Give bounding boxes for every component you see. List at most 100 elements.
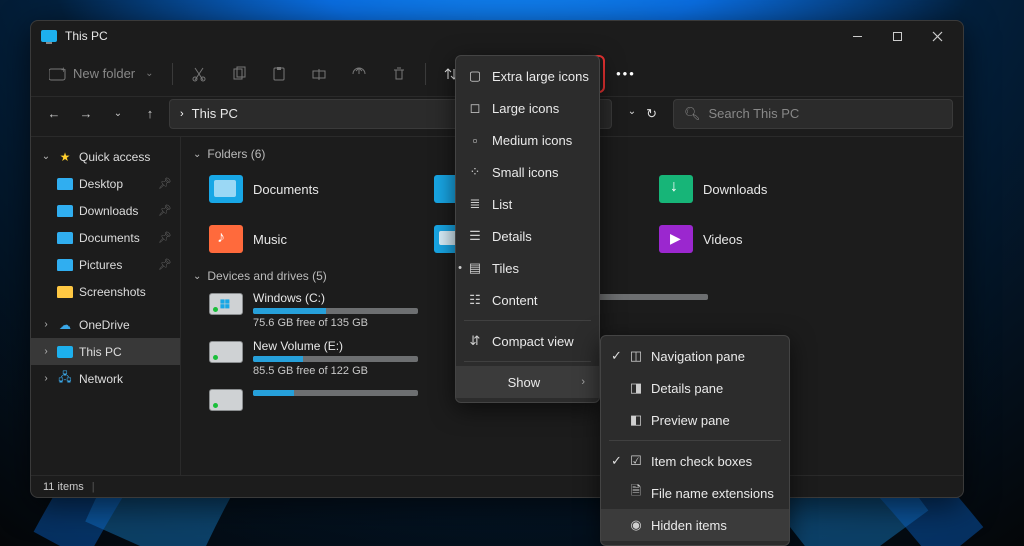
view-compact[interactable]: ⇵Compact view [456, 325, 599, 357]
sidebar-this-pc[interactable]: ›This PC [31, 338, 180, 365]
small-icons-icon: ⁘ [466, 164, 484, 180]
drive-tile[interactable] [209, 387, 439, 411]
close-button[interactable] [917, 21, 957, 51]
show-hidden-items[interactable]: ◉Hidden items [601, 509, 789, 541]
search-icon: 🔍︎ [684, 106, 701, 122]
show-item-check-boxes[interactable]: ✓☑Item check boxes [601, 445, 789, 477]
rename-icon [311, 66, 327, 82]
folder-documents[interactable]: Documents [209, 169, 374, 209]
sidebar-item-desktop[interactable]: Desktop📌︎ [31, 170, 180, 197]
show-details-pane[interactable]: ◨Details pane [601, 372, 789, 404]
chevron-right-icon: › [41, 346, 51, 357]
folder-videos[interactable]: Videos [659, 219, 824, 259]
share-button[interactable] [341, 58, 377, 90]
forward-button[interactable]: → [73, 101, 99, 127]
window-title: This PC [65, 29, 108, 43]
chevron-right-icon: › [41, 373, 51, 384]
view-details[interactable]: ☰Details [456, 220, 599, 252]
folder-music[interactable]: Music [209, 219, 374, 259]
navigation-pane-icon: ◫ [627, 348, 645, 364]
folder-downloads[interactable]: Downloads [659, 169, 824, 209]
folder-icon [57, 259, 73, 271]
status-bar: 11 items | [31, 475, 963, 497]
minimize-button[interactable] [837, 21, 877, 51]
show-file-name-extensions[interactable]: 🗎File name extensions [601, 477, 789, 509]
compact-icon: ⇵ [466, 333, 484, 349]
bullet-icon: • [454, 262, 466, 274]
copy-button[interactable] [221, 58, 257, 90]
up-button[interactable]: ↑ [137, 101, 163, 127]
copy-icon [231, 66, 247, 82]
chevron-down-icon: ⌄ [193, 149, 201, 160]
sidebar-network[interactable]: ›🖧Network [31, 365, 180, 392]
extra-large-icons-icon: ▢ [466, 68, 484, 84]
address-path: This PC [192, 106, 238, 121]
rename-button[interactable] [301, 58, 337, 90]
show-navigation-pane[interactable]: ✓◫Navigation pane [601, 340, 789, 372]
drive-tile[interactable]: Windows (C:) 75.6 GB free of 135 GB [209, 291, 439, 329]
back-button[interactable]: ← [41, 101, 67, 127]
view-list[interactable]: ≣List [456, 188, 599, 220]
this-pc-icon [57, 346, 73, 358]
pin-icon: 📌︎ [158, 204, 172, 217]
sidebar-onedrive[interactable]: ›☁OneDrive [31, 311, 180, 338]
details-pane-icon: ◨ [627, 380, 645, 396]
sidebar-item-documents[interactable]: Documents📌︎ [31, 224, 180, 251]
recent-locations-button[interactable]: ⌄ [105, 101, 131, 127]
paste-icon [271, 66, 287, 82]
item-count: 11 items [43, 481, 84, 493]
drive-name: New Volume (E:) [253, 339, 418, 353]
sidebar-item-screenshots[interactable]: Screenshots [31, 278, 180, 305]
capacity-bar [253, 308, 418, 314]
downloads-icon [659, 175, 693, 203]
drive-icon [209, 341, 243, 363]
view-large[interactable]: ◻Large icons [456, 92, 599, 124]
sidebar-item-downloads[interactable]: Downloads📌︎ [31, 197, 180, 224]
sidebar-quick-access[interactable]: ⌄ ★ Quick access [31, 143, 180, 170]
videos-icon [659, 225, 693, 253]
pin-icon: 📌︎ [158, 258, 172, 271]
drive-free-text: 75.6 GB free of 135 GB [253, 317, 418, 329]
show-submenu: ✓◫Navigation pane ◨Details pane ◧Preview… [600, 335, 790, 546]
paste-button[interactable] [261, 58, 297, 90]
folder-icon [57, 178, 73, 190]
check-icon: ✓ [611, 348, 622, 364]
view-small[interactable]: ⁘Small icons [456, 156, 599, 188]
pin-icon: 📌︎ [158, 231, 172, 244]
chevron-down-icon: ⌄ [41, 151, 51, 162]
view-extra-large[interactable]: ▢Extra large icons [456, 60, 599, 92]
tiles-icon: ▤ [466, 260, 484, 276]
capacity-bar [253, 356, 418, 362]
view-content[interactable]: ☷Content [456, 284, 599, 316]
view-show-submenu[interactable]: Show› [456, 366, 599, 398]
view-tiles[interactable]: •▤Tiles [456, 252, 599, 284]
view-medium[interactable]: ▫Medium icons [456, 124, 599, 156]
this-pc-icon [41, 30, 57, 42]
drive-icon [209, 293, 243, 315]
folder-icon [57, 286, 73, 298]
more-button[interactable]: ••• [606, 58, 646, 90]
search-input[interactable]: 🔍︎ Search This PC [673, 99, 953, 129]
new-folder-button[interactable]: + New folder ⌄ [39, 58, 164, 90]
network-icon: 🖧 [57, 371, 73, 387]
large-icons-icon: ◻ [466, 100, 484, 116]
refresh-button[interactable]: ↻ [646, 106, 657, 122]
delete-button[interactable] [381, 58, 417, 90]
dropdown-icon[interactable]: ⌄ [628, 106, 636, 122]
navigation-pane: ⌄ ★ Quick access Desktop📌︎ Downloads📌︎ D… [31, 137, 181, 475]
search-placeholder: Search This PC [709, 106, 800, 121]
show-preview-pane[interactable]: ◧Preview pane [601, 404, 789, 436]
cut-button[interactable] [181, 58, 217, 90]
share-icon [351, 66, 367, 82]
check-icon: ✓ [611, 453, 622, 469]
content-icon: ☷ [466, 292, 484, 308]
cloud-icon: ☁ [57, 317, 73, 333]
star-icon: ★ [57, 149, 73, 165]
list-icon: ≣ [466, 196, 484, 212]
drive-name: Windows (C:) [253, 291, 418, 305]
drive-tile[interactable]: New Volume (E:)85.5 GB free of 122 GB [209, 339, 439, 377]
sidebar-item-pictures[interactable]: Pictures📌︎ [31, 251, 180, 278]
preview-pane-icon: ◧ [627, 412, 645, 428]
maximize-button[interactable] [877, 21, 917, 51]
new-folder-icon: + [49, 67, 67, 81]
